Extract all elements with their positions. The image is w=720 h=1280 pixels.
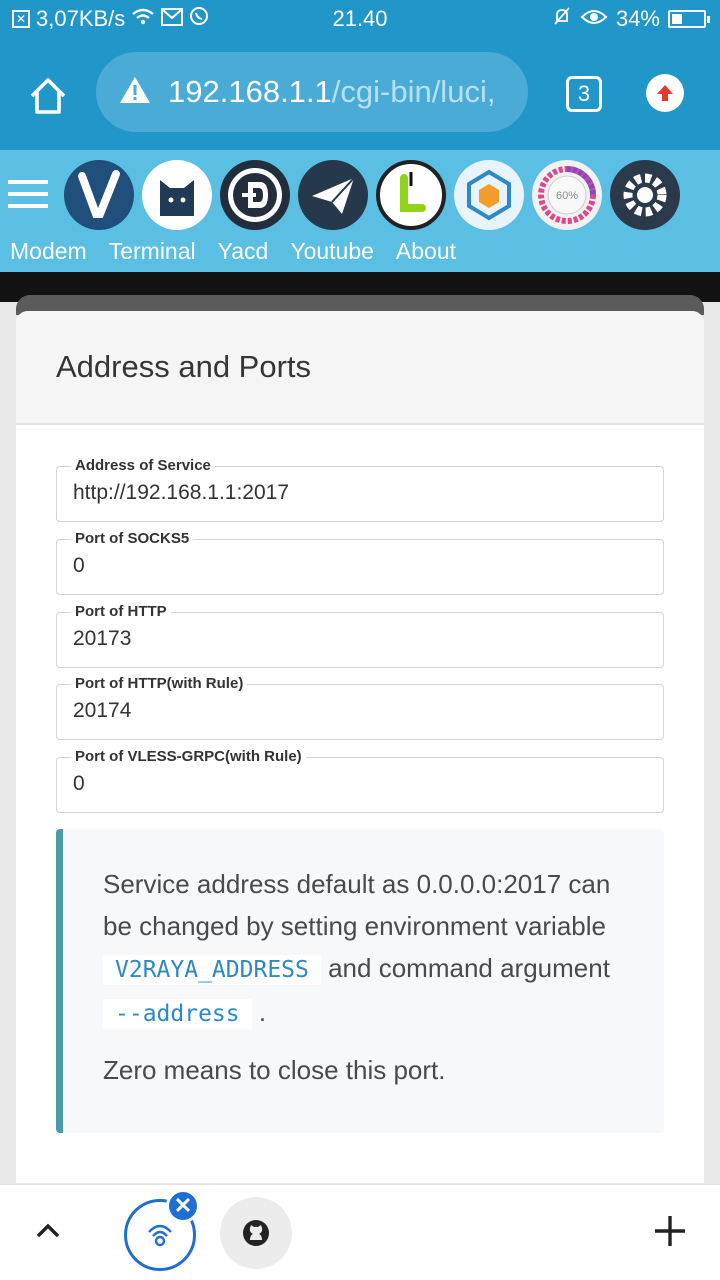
note-zero-port: Zero means to close this port. (103, 1055, 446, 1085)
paper-plane-icon[interactable] (298, 160, 368, 230)
battery-icon (668, 10, 710, 28)
link-about[interactable]: About (396, 238, 456, 265)
field-label: Port of HTTP (71, 602, 171, 622)
eye-icon (580, 6, 608, 32)
code-argument: --address (103, 999, 252, 1029)
note-text: and command argument (320, 953, 610, 983)
code-env-var: V2RAYA_ADDRESS (103, 955, 321, 985)
address-ports-card: Address and Ports Address of Service Por… (16, 311, 704, 1183)
card-header: Address and Ports (16, 311, 704, 425)
cat-icon[interactable] (142, 160, 212, 230)
link-youtube[interactable]: Youtube (290, 238, 374, 265)
vless-grpc-port-field[interactable]: Port of VLESS-GRPC(with Rule) (56, 747, 664, 813)
github-button[interactable] (220, 1197, 292, 1269)
info-note: Service address default as 0.0.0.0:2017 … (56, 829, 664, 1133)
bottom-bar: ✕ (0, 1184, 720, 1280)
hamburger-menu-icon[interactable] (8, 180, 48, 208)
github-icon (243, 1220, 269, 1246)
vless-grpc-port-input[interactable] (73, 772, 633, 796)
http-port-input[interactable] (73, 627, 633, 651)
field-label: Port of HTTP(with Rule) (71, 674, 248, 694)
arrow-up-icon (657, 85, 673, 101)
close-icon[interactable]: ✕ (166, 1189, 200, 1223)
http-rule-port-input[interactable] (73, 699, 633, 723)
url-bar[interactable]: 192.168.1.1/cgi-bin/luci, (96, 52, 528, 132)
link-yacd[interactable]: Yacd (218, 238, 269, 265)
url-host: 192.168.1.1 (168, 74, 332, 109)
signal-icon (148, 1224, 172, 1247)
http-port-field[interactable]: Port of HTTP (56, 602, 664, 668)
home-button[interactable] (26, 74, 70, 118)
home-icon (30, 78, 66, 114)
muted-bell-icon (552, 6, 572, 32)
browser-toolbar: 192.168.1.1/cgi-bin/luci, 3 (0, 36, 720, 150)
l-logo-icon[interactable] (376, 160, 446, 230)
field-label: Address of Service (71, 456, 215, 476)
note-text: Service address default as 0.0.0.0:2017 … (103, 869, 611, 941)
address-of-service-field[interactable]: Address of Service (56, 456, 664, 522)
card-title: Address and Ports (56, 349, 312, 384)
status-bar: ✕ 3,07KB/s 21.40 34% (0, 0, 720, 36)
url-path: /cgi-bin/luci, (331, 74, 496, 109)
http-rule-port-field[interactable]: Port of HTTP(with Rule) (56, 674, 664, 740)
update-button[interactable] (646, 74, 684, 112)
note-text: . (251, 997, 267, 1027)
field-label: Port of SOCKS5 (71, 529, 194, 549)
add-icon[interactable] (650, 1211, 690, 1251)
gauge-text: 60% (556, 190, 578, 202)
gauge-icon[interactable]: 60% (532, 160, 602, 230)
warning-icon (118, 75, 154, 110)
note-paragraph: Service address default as 0.0.0.0:2017 … (103, 863, 634, 1035)
link-modem[interactable]: Modem (10, 238, 87, 265)
link-terminal[interactable]: Terminal (109, 238, 196, 265)
address-of-service-input[interactable] (73, 481, 633, 505)
gear-icon[interactable] (610, 160, 680, 230)
app-toolbar: 60% Modem Terminal Yacd Youtube About (0, 150, 720, 272)
d-logo-icon[interactable] (220, 160, 290, 230)
hexagon-icon[interactable] (454, 160, 524, 230)
field-label: Port of VLESS-GRPC(with Rule) (71, 747, 306, 767)
socks5-port-field[interactable]: Port of SOCKS5 (56, 529, 664, 595)
socks5-port-input[interactable] (73, 554, 633, 578)
v2raya-icon[interactable] (64, 160, 134, 230)
battery-percent: 34% (615, 6, 660, 31)
tabs-button[interactable]: 3 (566, 76, 602, 112)
chevron-up-icon[interactable] (32, 1215, 64, 1247)
